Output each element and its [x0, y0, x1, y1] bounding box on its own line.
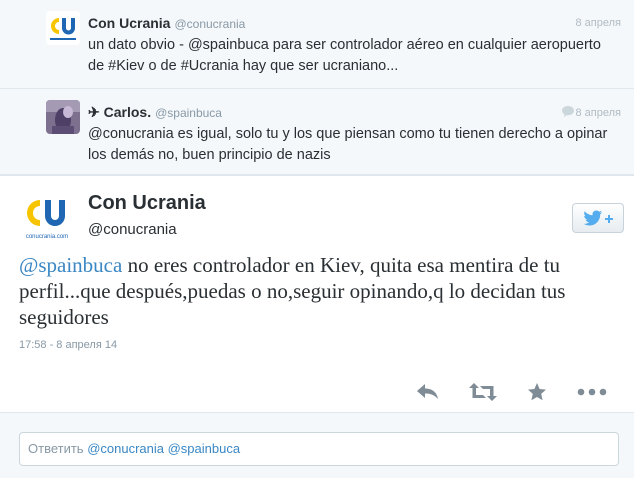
avatar-caption: conucrania.com — [26, 234, 68, 240]
retweet-icon — [469, 383, 497, 401]
plane-icon: ✈ — [88, 104, 100, 120]
reply-icon — [417, 384, 438, 399]
reply-button[interactable] — [408, 372, 448, 412]
tweet-text: @spainbuca no eres controlador en Kiev, … — [19, 253, 566, 329]
favorite-button[interactable] — [517, 372, 557, 412]
tweet-screen-name[interactable]: @spainbuca — [155, 106, 222, 120]
star-icon — [528, 383, 546, 401]
tweet-date[interactable]: 8 апреля — [561, 106, 621, 119]
tweet-text: @conucrania es igual, solo tu y los que … — [88, 126, 608, 163]
tweet-screen-name[interactable]: @conucrania — [174, 17, 245, 31]
tweet-timestamp[interactable]: 17:58 - 8 апреля 14 — [19, 339, 117, 351]
mention-link[interactable]: @spainbuca — [19, 253, 122, 277]
conucrania-avatar-large[interactable]: conucrania.com — [20, 190, 74, 244]
context-tweet-2[interactable]: ✈ Carlos. @spainbuca 8 апреля @conucrania… — [0, 89, 634, 175]
twitter-bird-plus-icon — [583, 210, 613, 226]
tweet-actions — [0, 372, 634, 412]
tweet-date[interactable]: 8 апреля — [576, 17, 622, 29]
reply-input[interactable]: Ответить @conucrania @spainbuca — [19, 432, 619, 466]
context-tweet-1[interactable]: Con Ucrania @conucrania 8 апреля un dato … — [0, 0, 634, 89]
reply-box: Ответить @conucrania @spainbuca — [0, 412, 634, 478]
reply-bubble-icon — [561, 106, 574, 117]
tweet-screen-name[interactable]: @conucrania — [88, 221, 177, 238]
follow-button[interactable] — [572, 203, 624, 233]
retweet-button[interactable] — [463, 372, 503, 412]
conucrania-avatar[interactable] — [46, 11, 80, 45]
tweet-author[interactable]: Con Ucrania @conucrania — [88, 15, 245, 31]
tweet-author[interactable]: Con Ucrania — [88, 192, 206, 215]
tweet-author[interactable]: ✈ Carlos. @spainbuca — [88, 104, 222, 121]
reply-handles: @conucrania @spainbuca — [87, 441, 241, 456]
more-button[interactable] — [572, 372, 612, 412]
more-dots-icon — [577, 388, 607, 396]
tweet-text: un dato obvio - @spainbuca para ser cont… — [88, 37, 601, 74]
carlos-avatar[interactable] — [46, 100, 80, 134]
main-tweet: conucrania.com Con Ucrania @conucrania @… — [0, 175, 634, 478]
